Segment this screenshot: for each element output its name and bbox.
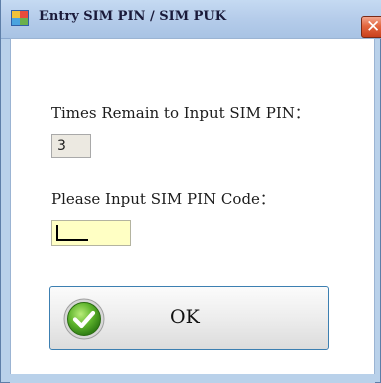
close-icon: ✕ <box>366 17 381 37</box>
text-caret <box>56 225 88 241</box>
window-title: Entry SIM PIN / SIM PUK <box>39 9 227 24</box>
ok-button[interactable]: OK <box>49 286 329 350</box>
window-bottom-border <box>10 374 375 383</box>
remain-label: Times Remain to Input SIM PIN： <box>51 104 310 122</box>
close-button[interactable]: ✕ <box>361 16 381 38</box>
ok-button-label: OK <box>170 306 200 328</box>
pin-input[interactable] <box>51 220 131 246</box>
remain-count-field: 3 <box>51 134 91 158</box>
title-bar[interactable]: Entry SIM PIN / SIM PUK ✕ <box>1 0 381 39</box>
app-icon <box>11 10 29 26</box>
sim-pin-dialog: Entry SIM PIN / SIM PUK ✕ Times Remain t… <box>0 0 381 383</box>
checkmark-icon <box>63 298 105 340</box>
pin-label: Please Input SIM PIN Code： <box>51 190 275 208</box>
dialog-body: Times Remain to Input SIM PIN： 3 Please … <box>10 38 375 375</box>
